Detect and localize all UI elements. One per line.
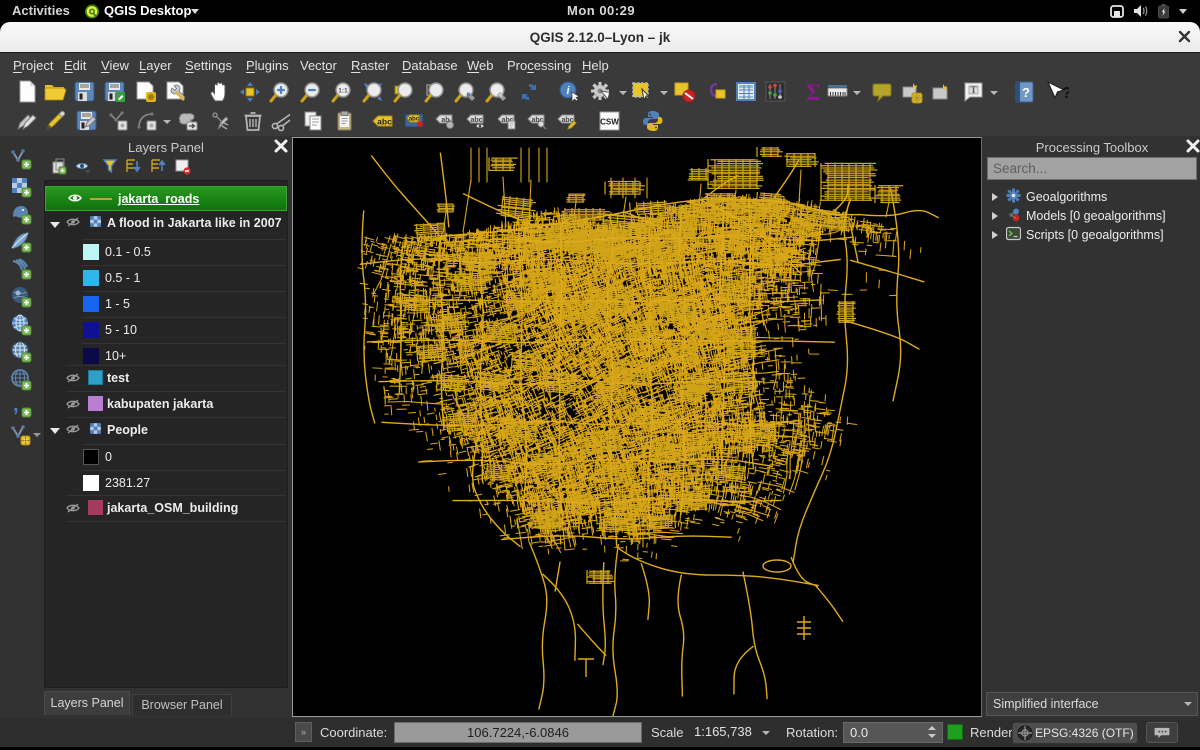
svg-text:abc: abc — [409, 117, 420, 123]
svg-text:abc: abc — [470, 117, 482, 124]
svg-text:CSW: CSW — [600, 118, 619, 127]
svg-text:?: ? — [1062, 85, 1069, 102]
svg-text:T: T — [970, 85, 976, 95]
svg-text:?: ? — [1022, 85, 1030, 100]
svg-text:abc: abc — [377, 117, 392, 127]
svg-text:1:1: 1:1 — [338, 88, 348, 95]
svg-text:,: , — [13, 395, 19, 416]
svg-text:Σ: Σ — [806, 80, 819, 104]
